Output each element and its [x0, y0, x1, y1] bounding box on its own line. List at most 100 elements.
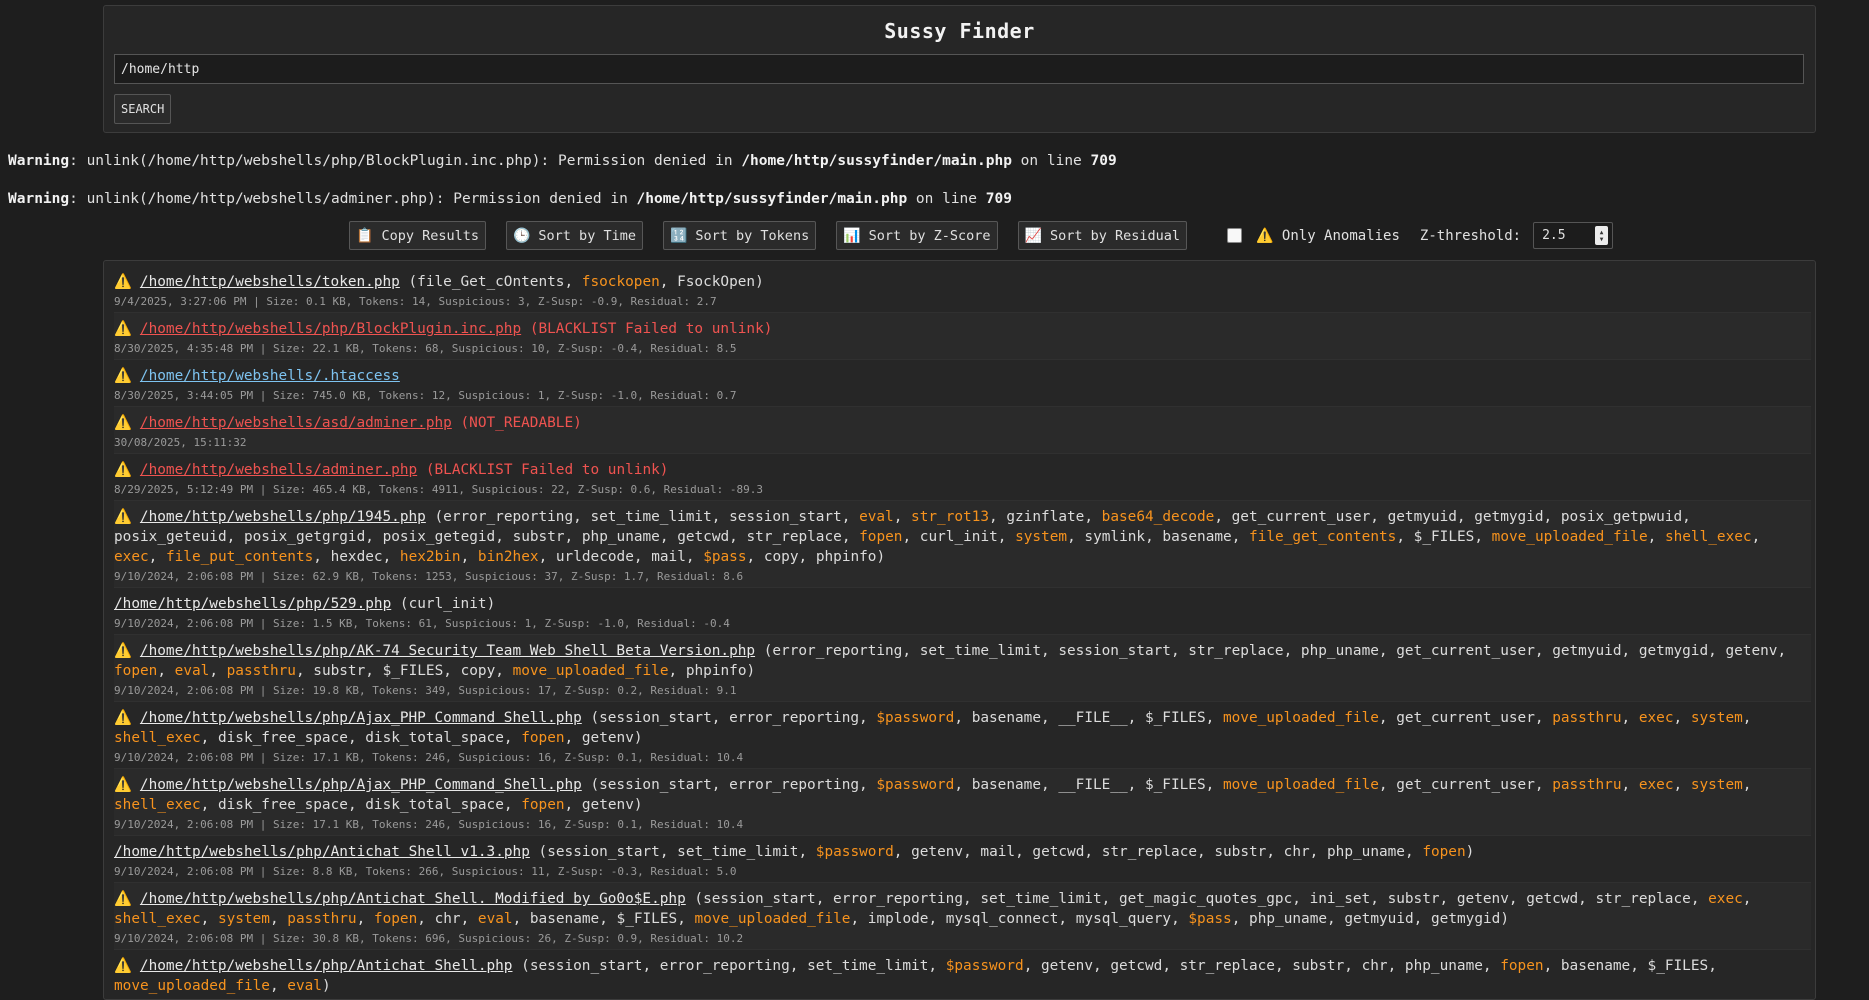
file-path-link[interactable]: /home/http/webshells/adminer.php: [140, 462, 417, 478]
file-path-link[interactable]: /home/http/webshells/php/BlockPlugin.inc…: [140, 321, 521, 337]
suspicious-function: exec: [1708, 891, 1743, 907]
suspicious-function: fopen: [114, 663, 158, 679]
search-button[interactable]: SEARCH: [114, 94, 172, 124]
suspicious-function: shell_exec: [114, 730, 201, 746]
function-name: set_time_limit: [980, 891, 1102, 907]
sort-by-zscore-button[interactable]: 📊 Sort by Z-Score: [836, 221, 998, 250]
file-path-link[interactable]: /home/http/webshells/php/Ajax_PHP Comman…: [140, 710, 582, 726]
file-path-link[interactable]: /home/http/webshells/php/AK-74 Security …: [140, 643, 755, 659]
file-path-link[interactable]: /home/http/webshells/.htaccess: [140, 368, 400, 384]
file-metadata: 9/10/2024, 2:06:08 PM | Size: 8.8 KB, To…: [114, 865, 737, 878]
sort-by-time-button[interactable]: 🕒 Sort by Time: [505, 221, 643, 250]
file-metadata: 30/08/2025, 15:11:32: [114, 436, 247, 449]
suspicious-function: passthru: [287, 911, 357, 927]
function-name: error_reporting: [659, 958, 790, 974]
file-path-link[interactable]: /home/http/webshells/php/Antichat Shell.…: [140, 891, 686, 907]
result-row: ⚠️ /home/http/webshells/.htaccess 8/30/202…: [114, 360, 1811, 407]
suspicious-function: eval: [477, 911, 513, 927]
suspicious-function: system: [217, 911, 270, 927]
function-name: posix_getgrgid: [243, 529, 366, 545]
warning-file: /home/http/sussyfinder/main.php: [741, 153, 1012, 169]
warning-icon: ⚠️: [114, 958, 132, 974]
warning-icon: ⚠️: [114, 710, 132, 726]
function-name: getenv: [1456, 891, 1509, 907]
spinner-arrows-icon[interactable]: ▲ ▼: [1595, 226, 1609, 245]
suspicious-function: str_rot13: [911, 509, 990, 525]
file-metadata: 9/10/2024, 2:06:08 PM | Size: 19.8 KB, T…: [114, 684, 737, 697]
file-metadata: 8/30/2025, 4:35:48 PM | Size: 22.1 KB, T…: [114, 342, 737, 355]
suspicious-function: system: [1015, 529, 1068, 545]
file-metadata: 9/10/2024, 2:06:08 PM | Size: 62.9 KB, T…: [114, 570, 744, 583]
suspicious-function: move_uploaded_file: [1222, 710, 1379, 726]
file-path-link[interactable]: /home/http/webshells/php/529.php: [114, 596, 391, 612]
suspicious-function: move_uploaded_file: [1222, 777, 1379, 793]
only-anomalies-checkbox[interactable]: [1227, 228, 1243, 243]
function-name: set_time_limit: [807, 958, 929, 974]
warning-line: 709: [985, 191, 1012, 207]
sort-by-time-label: Sort by Time: [538, 227, 636, 244]
function-name: getcwd: [1032, 844, 1085, 860]
function-name: implode: [867, 911, 929, 927]
result-row: ⚠️ /home/http/webshells/php/Antichat Shel…: [114, 883, 1811, 950]
file-metadata: 8/30/2025, 3:44:05 PM | Size: 745.0 KB, …: [114, 389, 737, 402]
suspicious-function: move_uploaded_file: [694, 911, 851, 927]
copy-results-button[interactable]: 📋 Copy Results: [349, 221, 486, 250]
warning-line: 709: [1090, 153, 1117, 169]
function-name: basename: [971, 777, 1041, 793]
function-name: copy: [763, 549, 799, 565]
file-path-link[interactable]: /home/http/webshells/php/1945.php: [140, 509, 426, 525]
suspicious-function: exec: [1638, 710, 1674, 726]
warning-text: on line: [907, 191, 986, 207]
result-row: ⚠️ /home/http/webshells/adminer.php (BLAC…: [114, 454, 1811, 501]
php-warning-1: Warning: unlink(/home/http/webshells/php…: [8, 153, 1117, 169]
function-name: gzinflate: [1006, 509, 1085, 525]
numbers-icon: 🔢: [669, 227, 688, 244]
result-line: ⚠️ /home/http/webshells/asd/adminer.php (…: [114, 413, 1811, 433]
result-line: /home/http/webshells/php/529.php (curl_i…: [114, 596, 496, 612]
suspicious-function: file_get_contents: [1249, 529, 1397, 545]
file-path-link[interactable]: /home/http/webshells/php/Antichat Shell.…: [140, 958, 513, 974]
result-line: ⚠️ /home/http/webshells/php/Antichat Shel…: [114, 958, 1717, 994]
function-name: basename: [529, 911, 600, 927]
function-name: php_uname: [581, 529, 660, 545]
function-name: str_replace: [1179, 958, 1275, 974]
file-path-link[interactable]: /home/http/webshells/asd/adminer.php: [140, 415, 452, 431]
function-name: disk_free_space: [217, 730, 348, 746]
function-name: basename: [1162, 529, 1232, 545]
suspicious-function: exec: [1638, 777, 1674, 793]
copy-results-label: Copy Results: [381, 227, 479, 244]
suspicious-function: $password: [876, 777, 955, 793]
sort-by-residual-button[interactable]: 📈 Sort by Residual: [1017, 221, 1188, 250]
function-name: phpinfo: [685, 663, 747, 679]
suspicious-function: $pass: [703, 549, 747, 565]
file-path-link[interactable]: /home/http/webshells/token.php: [140, 274, 400, 290]
suspicious-function: passthru: [1552, 710, 1622, 726]
function-name: getmygid: [1431, 911, 1501, 927]
suspicious-function: hex2bin: [399, 549, 461, 565]
function-name: php_uname: [1249, 911, 1328, 927]
suspicious-function: fopen: [859, 529, 903, 545]
file-path-link[interactable]: /home/http/webshells/php/Ajax_PHP_Comman…: [140, 777, 582, 793]
suspicious-function: fsockopen: [581, 274, 660, 290]
function-name: posix_getpwuid: [1560, 509, 1683, 525]
warning-icon: ⚠️: [114, 777, 132, 793]
function-name: hexdec: [330, 549, 383, 565]
function-name: get_current_user: [1396, 643, 1535, 659]
results-list: ⚠️/home/http/webshells/token.php (file_G…: [114, 266, 1811, 999]
result-row: ⚠️ /home/http/webshells/php/Ajax_PHP_Comm…: [114, 769, 1811, 836]
suspicious-function: bin2hex: [477, 549, 539, 565]
function-name: posix_getegid: [382, 529, 496, 545]
result-line: ⚠️ /home/http/webshells/php/Ajax_PHP_Comm…: [114, 777, 1752, 813]
path-input-value: /home/http: [121, 61, 200, 77]
suspicious-function: fopen: [1500, 958, 1544, 974]
file-path-link[interactable]: /home/http/webshells/php/Antichat Shell …: [114, 844, 530, 860]
z-threshold-input[interactable]: 2.5 ▲ ▼: [1533, 222, 1614, 249]
sort-by-tokens-button[interactable]: 🔢 Sort by Tokens: [662, 221, 817, 250]
result-line: ⚠️ /home/http/webshells/php/BlockPlugin.i…: [114, 319, 1811, 339]
function-name: error_reporting: [772, 643, 903, 659]
path-input[interactable]: /home/http: [114, 54, 1804, 84]
function-name: error_reporting: [443, 509, 574, 525]
function-name: $_FILES: [1144, 710, 1206, 726]
result-row: ⚠️ /home/http/webshells/asd/adminer.php (…: [114, 407, 1811, 454]
function-name: getenv: [1725, 643, 1778, 659]
